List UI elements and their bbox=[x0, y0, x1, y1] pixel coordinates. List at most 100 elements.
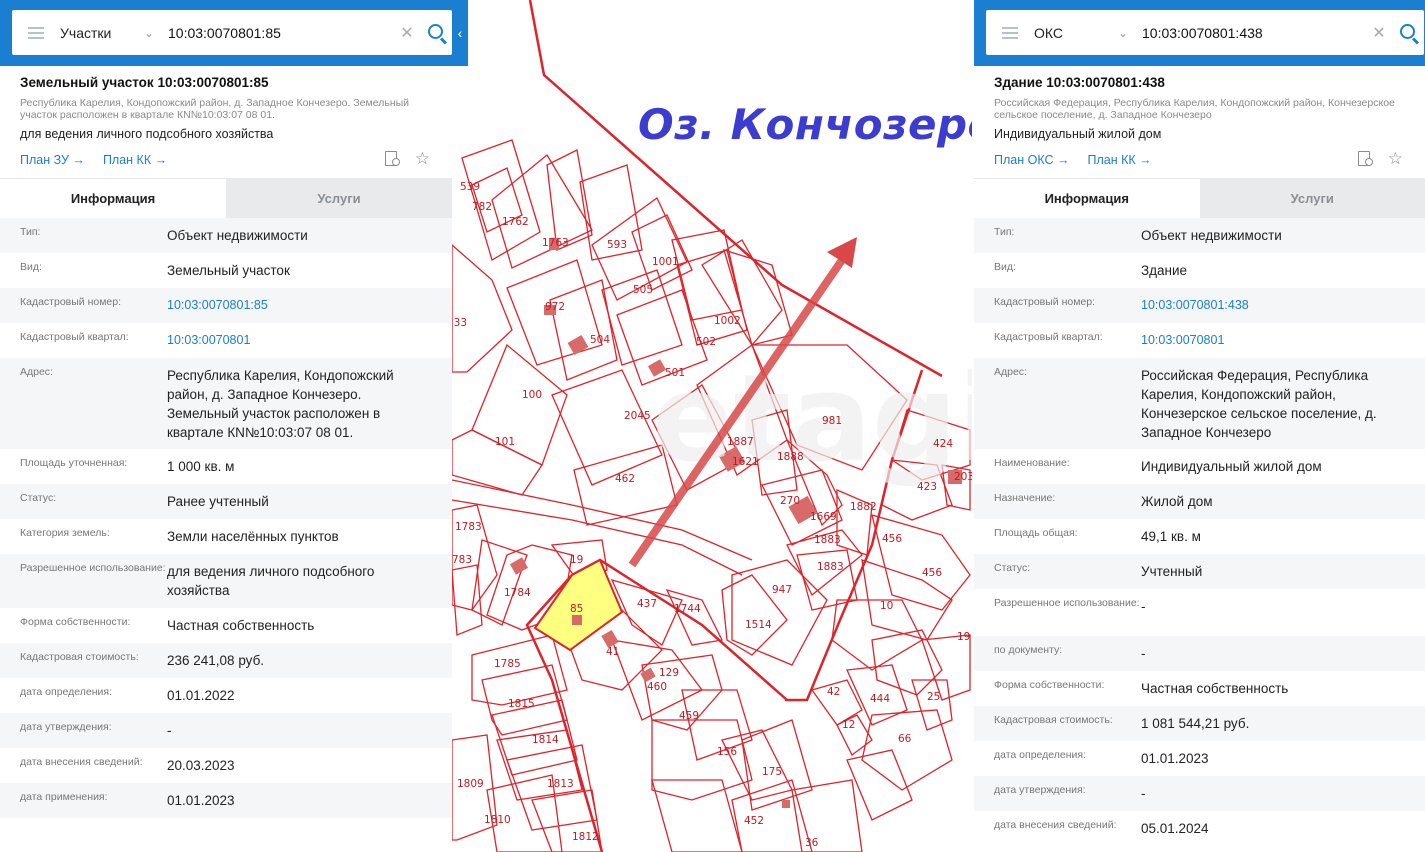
parcel-label: 36 bbox=[805, 837, 819, 849]
star-icon[interactable]: ☆ bbox=[1388, 150, 1403, 167]
zoom-document-icon[interactable] bbox=[384, 151, 401, 167]
search-icon[interactable] bbox=[1390, 10, 1424, 55]
parcel-label: 19 bbox=[570, 554, 583, 566]
zoom-document-icon[interactable] bbox=[1357, 151, 1374, 167]
parcel-label: 444 bbox=[870, 693, 890, 705]
info-row: дата применения: 01.01.2023 bbox=[0, 783, 452, 818]
cadastral-map[interactable]: etagi 5397821762176359310019725052335041… bbox=[452, 0, 972, 852]
info-row-link[interactable]: 10:03:0070801:438 bbox=[1141, 296, 1405, 315]
parcel-label: 452 bbox=[744, 815, 764, 827]
search-box: ОКС ⌄ 10:03:0070801:438 ✕ bbox=[986, 10, 1424, 55]
tab-information[interactable]: Информация bbox=[974, 178, 1200, 218]
menu-icon[interactable] bbox=[12, 10, 60, 55]
info-row: Кадастровый номер: 10:03:0070801:85 bbox=[0, 288, 452, 323]
search-type-select[interactable]: ОКС ⌄ bbox=[1034, 25, 1134, 41]
tab-services[interactable]: Услуги bbox=[226, 178, 452, 218]
parcel-label: 1783 bbox=[455, 521, 482, 533]
parcel-label: 437 bbox=[637, 598, 657, 610]
plan-oks-link[interactable]: План ОКС → bbox=[994, 153, 1069, 167]
info-row: Кадастровая стоимость: 236 241,08 руб. bbox=[0, 643, 452, 678]
parcel-label: 100 bbox=[522, 389, 542, 401]
plan-kk-link[interactable]: План КК → bbox=[103, 153, 167, 167]
info-row: Площадь общая: 49,1 кв. м bbox=[974, 519, 1425, 554]
info-row: Кадастровый квартал: 10:03:0070801 bbox=[974, 323, 1425, 358]
parcel-label: 41 bbox=[606, 646, 619, 658]
parcel-label: 459 bbox=[679, 710, 699, 722]
parcel-label: 947 bbox=[772, 584, 792, 596]
info-row-label: Кадастровая стоимость: bbox=[20, 651, 139, 663]
object-title: Здание 10:03:0070801:438 bbox=[994, 75, 1165, 90]
parcel-label: 462 bbox=[615, 473, 635, 485]
info-row-label: Назначение: bbox=[994, 492, 1056, 504]
info-row-label: Тип: bbox=[20, 226, 41, 238]
parcel-label: 1888 bbox=[777, 451, 804, 463]
lake-label: Оз. Кончозеро bbox=[638, 100, 972, 149]
info-row-label: по документу: bbox=[994, 644, 1063, 656]
info-row-value: 1 000 кв. м bbox=[167, 459, 235, 474]
parcel-label: 1514 bbox=[745, 619, 772, 631]
parcel-label: 423 bbox=[917, 481, 937, 493]
search-input[interactable]: 10:03:0070801:438 bbox=[1134, 25, 1368, 41]
info-row: дата утверждения: - bbox=[974, 776, 1425, 811]
info-row-link[interactable]: 10:03:0070801:85 bbox=[167, 296, 432, 315]
star-icon[interactable]: ☆ bbox=[415, 150, 430, 167]
close-icon[interactable]: ✕ bbox=[396, 23, 418, 43]
parcel-label: 1883 bbox=[814, 534, 841, 546]
search-type-value: ОКС bbox=[1034, 24, 1063, 41]
info-row: Форма собственности: Частная собственност… bbox=[0, 608, 452, 643]
info-row-value: Ранее учтенный bbox=[167, 494, 269, 509]
close-icon[interactable]: ✕ bbox=[1368, 23, 1390, 43]
info-row-label: Форма собственности: bbox=[20, 616, 131, 628]
info-row-value: 236 241,08 руб. bbox=[167, 653, 265, 668]
object-address: Российская Федерация, Республика Карелия… bbox=[994, 97, 1395, 121]
menu-icon[interactable] bbox=[986, 10, 1034, 55]
collapse-panel-button[interactable]: ‹ bbox=[452, 0, 468, 66]
info-row: Вид: Земельный участок bbox=[0, 253, 452, 288]
info-row: Статус: Ранее учтенный bbox=[0, 484, 452, 519]
info-row: по документу: - bbox=[974, 636, 1425, 671]
parcel-label: 19 bbox=[957, 631, 970, 643]
info-row-link[interactable]: 10:03:0070801 bbox=[167, 331, 432, 350]
info-row-value: Частная собственность bbox=[167, 618, 315, 633]
info-row-label: Статус: bbox=[20, 492, 57, 504]
parcel-label: 42 bbox=[827, 686, 840, 698]
info-row: Разрешенное использование: - bbox=[974, 589, 1425, 636]
search-icon[interactable] bbox=[418, 10, 452, 55]
info-table: Тип: Объект недвижимости Вид: Земельный уча… bbox=[0, 218, 452, 818]
parcel-label: 1669 bbox=[810, 511, 837, 523]
plan-zu-link[interactable]: План ЗУ → bbox=[20, 153, 85, 167]
parcel-label: 504 bbox=[590, 334, 610, 346]
info-row: Наименование: Индивидуальный жилой дом bbox=[974, 449, 1425, 484]
info-row: Статус: Учтенный bbox=[974, 554, 1425, 589]
parcel-label: 270 bbox=[780, 495, 800, 507]
info-row-label: дата утверждения: bbox=[20, 721, 112, 733]
tab-information[interactable]: Информация bbox=[0, 178, 226, 218]
search-type-select[interactable]: Участки ⌄ bbox=[60, 25, 160, 41]
search-type-value: Участки bbox=[60, 24, 112, 41]
parcel-label: 175 bbox=[762, 766, 782, 778]
object-address: Республика Карелия, Кондопожский район, … bbox=[20, 97, 410, 121]
info-row-value: 05.01.2024 bbox=[1141, 821, 1209, 836]
parcel-label: 782 bbox=[472, 201, 492, 213]
info-row-value: Жилой дом bbox=[1141, 494, 1213, 509]
chevron-down-icon: ⌄ bbox=[143, 25, 154, 40]
info-row-value: Земельный участок bbox=[167, 263, 290, 278]
parcel-label: 1810 bbox=[484, 814, 511, 826]
info-row-label: Вид: bbox=[20, 261, 42, 273]
parcel-label: 233 bbox=[452, 317, 467, 329]
info-table: Тип: Объект недвижимости Вид: Здание Кадастр… bbox=[974, 218, 1425, 846]
info-row-value: 01.01.2022 bbox=[167, 688, 235, 703]
info-row-label: Кадастровый номер: bbox=[994, 296, 1096, 308]
info-row: дата определения: 01.01.2022 bbox=[0, 678, 452, 713]
parcel-label: 10 bbox=[880, 600, 893, 612]
info-row-link[interactable]: 10:03:0070801 bbox=[1141, 331, 1405, 350]
tab-services[interactable]: Услуги bbox=[1199, 178, 1425, 218]
parcel-label: 1762 bbox=[502, 216, 529, 228]
info-row-label: Форма собственности: bbox=[994, 679, 1105, 691]
tabs: Информация Услуги bbox=[0, 178, 452, 218]
info-row-label: дата определения: bbox=[994, 749, 1087, 761]
plan-kk-link[interactable]: План КК → bbox=[1087, 153, 1151, 167]
parcel-label: 1814 bbox=[532, 734, 559, 746]
search-input[interactable]: 10:03:0070801:85 bbox=[160, 25, 396, 41]
info-row-value: Учтенный bbox=[1141, 564, 1203, 579]
